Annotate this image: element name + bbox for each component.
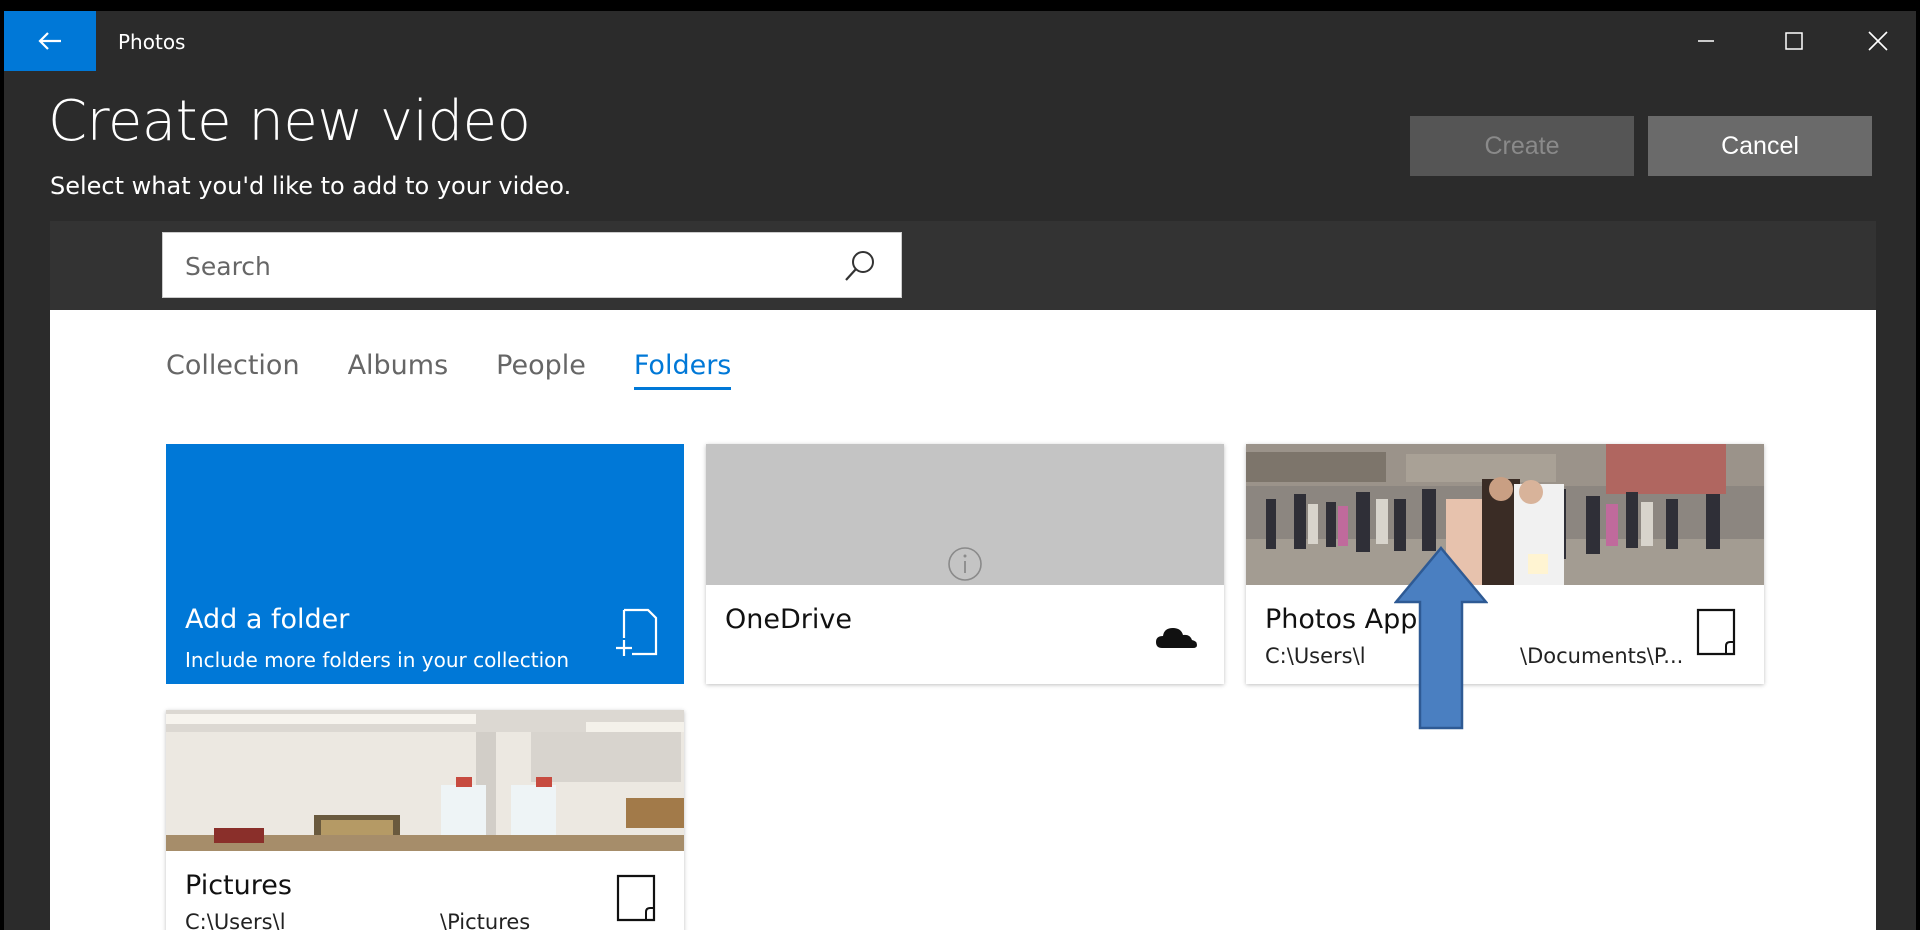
title-bar: Photos [4, 11, 1916, 71]
room-photo-image [166, 710, 684, 851]
crowd-photo-image [1246, 444, 1764, 585]
tile-path-end: \Documents\P... [1520, 644, 1684, 668]
search-input[interactable] [183, 233, 807, 299]
minimize-icon [1698, 40, 1714, 42]
annotation-up-arrow-icon [1394, 546, 1488, 730]
app-title: Photos [118, 30, 186, 54]
tile-name: Pictures [185, 870, 292, 901]
cancel-button[interactable]: Cancel [1648, 116, 1872, 176]
maximize-icon [1785, 32, 1803, 50]
folder-icon [1696, 608, 1736, 656]
add-folder-tile[interactable]: Add a folder Include more folders in you… [166, 444, 684, 684]
tile-path-start: C:\Users\l [185, 910, 286, 930]
tile-description: Include more folders in your collection [185, 648, 570, 672]
folder-icon [616, 874, 656, 922]
close-icon [1868, 31, 1888, 51]
picker-body: Collection Albums People Folders Add a f… [50, 310, 1876, 930]
screenshot-frame: Photos Create new video Select what you'… [0, 0, 1920, 930]
search-icon [845, 251, 874, 281]
info-icon [948, 547, 982, 581]
folder-tile-photos-app[interactable]: Photos App C:\Users\l \Documents\P... [1246, 444, 1764, 684]
tab-bar: Collection Albums People Folders [166, 350, 779, 390]
minimize-button[interactable] [1666, 11, 1746, 71]
tile-thumbnail [1246, 444, 1764, 585]
tile-name: Add a folder [185, 604, 350, 635]
tab-people[interactable]: People [496, 350, 586, 390]
photos-window: Photos Create new video Select what you'… [4, 11, 1916, 930]
page-title: Create new video [48, 89, 531, 154]
tab-folders[interactable]: Folders [633, 350, 732, 390]
create-button[interactable]: Create [1410, 116, 1634, 176]
tile-thumbnail [706, 444, 1224, 585]
search-box[interactable] [162, 232, 902, 299]
folder-tile-onedrive[interactable]: OneDrive [706, 444, 1224, 684]
back-arrow-icon [38, 32, 61, 50]
tab-collection[interactable]: Collection [166, 350, 300, 390]
folder-tile-pictures[interactable]: Pictures C:\Users\l \Pictures [166, 710, 684, 930]
tile-path-end: \Pictures [440, 910, 531, 930]
add-folder-icon [616, 608, 658, 656]
tile-name: OneDrive [725, 604, 852, 635]
maximize-button[interactable] [1754, 11, 1834, 71]
tile-thumbnail [166, 710, 684, 851]
search-button[interactable] [843, 249, 877, 283]
close-button[interactable] [1838, 11, 1916, 71]
cloud-icon [1156, 628, 1197, 648]
back-button[interactable] [4, 11, 96, 71]
tile-path-start: C:\Users\l [1265, 644, 1366, 668]
tab-albums[interactable]: Albums [348, 350, 449, 390]
page-subtitle: Select what you'd like to add to your vi… [50, 172, 572, 200]
